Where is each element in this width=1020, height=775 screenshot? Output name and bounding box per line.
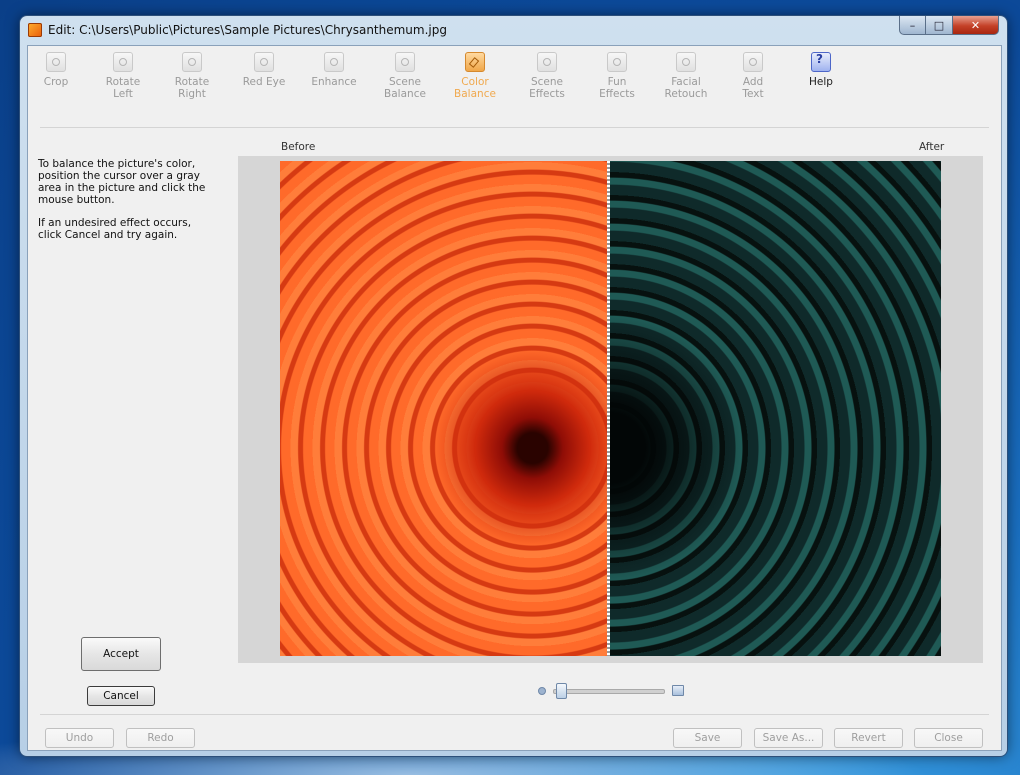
tool-add-text[interactable]: Add Text xyxy=(722,52,784,100)
zoom-in-icon[interactable] xyxy=(672,685,684,696)
zoom-slider-track[interactable] xyxy=(553,689,665,694)
tool-red-eye[interactable]: Red Eye xyxy=(233,52,295,88)
zoom-slider-thumb[interactable] xyxy=(556,683,568,699)
cancel-button[interactable]: Cancel xyxy=(87,686,155,706)
before-image[interactable] xyxy=(280,161,608,656)
caption-buttons: – □ ✕ xyxy=(899,16,999,36)
tool-rotate-right[interactable]: Rotate Right xyxy=(161,52,223,100)
instruction-text: If an undesired effect occurs, click Can… xyxy=(38,217,192,241)
scene-balance-icon xyxy=(395,52,415,72)
instructions-panel: To balance the picture's color, position… xyxy=(38,158,213,252)
save-as-button[interactable]: Save As... xyxy=(754,728,823,748)
tool-enhance[interactable]: Enhance xyxy=(303,52,365,88)
scene-effects-icon xyxy=(537,52,557,72)
toolbar-divider xyxy=(40,127,989,128)
tool-label: Color Balance xyxy=(454,76,496,100)
minimize-button[interactable]: – xyxy=(899,16,926,35)
revert-button[interactable]: Revert xyxy=(834,728,903,748)
client-area: Crop Rotate Left Rotate Right Red Eye En… xyxy=(27,45,1002,751)
redo-button[interactable]: Redo xyxy=(126,728,195,748)
enhance-icon xyxy=(324,52,344,72)
bottom-divider xyxy=(40,714,989,715)
toolbar: Crop Rotate Left Rotate Right Red Eye En… xyxy=(28,46,1001,128)
tool-crop[interactable]: Crop xyxy=(25,52,87,88)
edit-window: Edit: C:\Users\Public\Pictures\Sample Pi… xyxy=(20,16,1007,756)
tool-scene-balance[interactable]: Scene Balance xyxy=(374,52,436,100)
tool-label: Facial Retouch xyxy=(664,76,708,100)
tool-label: Help xyxy=(809,76,833,88)
tool-fun-effects[interactable]: Fun Effects xyxy=(586,52,648,100)
instruction-text: To balance the picture's color, position… xyxy=(38,158,206,206)
tool-label: Scene Balance xyxy=(384,76,426,100)
fun-effects-icon xyxy=(607,52,627,72)
title-bar[interactable]: Edit: C:\Users\Public\Pictures\Sample Pi… xyxy=(20,16,1007,44)
tool-label: Red Eye xyxy=(242,76,286,88)
tool-label: Rotate Right xyxy=(174,76,210,100)
before-label: Before xyxy=(281,141,316,153)
add-text-icon xyxy=(743,52,763,72)
red-eye-icon xyxy=(254,52,274,72)
tool-label: Scene Effects xyxy=(529,76,565,100)
facial-retouch-icon xyxy=(676,52,696,72)
tool-help[interactable]: Help xyxy=(790,52,852,88)
close-button[interactable]: Close xyxy=(914,728,983,748)
accept-button[interactable]: Accept xyxy=(81,637,161,671)
tool-label: Rotate Left xyxy=(105,76,141,100)
preview-area xyxy=(238,156,983,663)
tool-label: Enhance xyxy=(311,76,357,88)
tool-color-balance[interactable]: Color Balance xyxy=(444,52,506,100)
tool-label: Add Text xyxy=(742,76,764,100)
after-label: After xyxy=(919,141,945,153)
tool-label: Fun Effects xyxy=(599,76,635,100)
tool-rotate-left[interactable]: Rotate Left xyxy=(92,52,154,100)
rotate-left-icon xyxy=(113,52,133,72)
app-icon xyxy=(28,23,42,37)
after-image[interactable] xyxy=(610,161,941,656)
tool-label: Crop xyxy=(43,76,69,88)
zoom-out-icon[interactable] xyxy=(538,687,546,695)
close-window-button[interactable]: ✕ xyxy=(953,16,999,35)
crop-icon xyxy=(46,52,66,72)
color-balance-icon xyxy=(465,52,485,72)
tool-facial-retouch[interactable]: Facial Retouch xyxy=(655,52,717,100)
rotate-right-icon xyxy=(182,52,202,72)
window-title: Edit: C:\Users\Public\Pictures\Sample Pi… xyxy=(48,23,447,37)
help-icon xyxy=(811,52,831,72)
tool-scene-effects[interactable]: Scene Effects xyxy=(516,52,578,100)
maximize-button[interactable]: □ xyxy=(926,16,953,35)
undo-button[interactable]: Undo xyxy=(45,728,114,748)
save-button[interactable]: Save xyxy=(673,728,742,748)
